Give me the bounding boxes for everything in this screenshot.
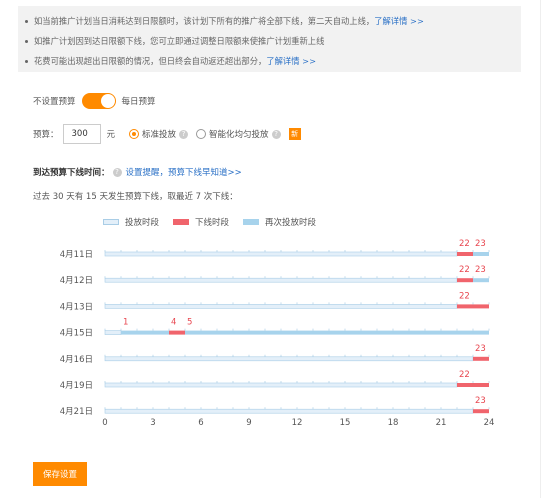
timeline-segment-offline [169, 330, 185, 335]
timeline-segment-active [104, 251, 458, 257]
offline-hour-label: 22 [459, 370, 470, 380]
offline-hour-label: 22 [459, 291, 470, 301]
offline-summary-row: 过去 30 天有 15 天发生预算下线，取最近 7 次下线： [33, 189, 238, 203]
legend-label: 投放时段 [125, 218, 160, 228]
timeline-segment-offline [457, 278, 473, 283]
timeline-segment-resumed [121, 330, 169, 335]
budget-unit: 元 [106, 130, 116, 140]
offline-hour-label: 23 [475, 396, 486, 406]
row-date-label: 4月21日 [60, 407, 93, 417]
standard-delivery-radio[interactable] [129, 129, 140, 139]
notice-item: 如推广计划因到达日限额下线，您可立即通过调整日限额来使推广计划重新上线 [24, 31, 521, 51]
timeline-segment-active [104, 304, 458, 309]
timeline-segment-active [104, 330, 122, 335]
row-date-label: 4月13日 [60, 302, 93, 312]
timeline-segment-active [104, 408, 474, 414]
legend-swatch-resumed [243, 219, 260, 225]
notice-item: 如当前推广计划当日消耗达到日限额时，该计划下所有的推广将全部下线，第二天自动上线… [24, 11, 521, 31]
timeline-segment-offline [457, 383, 489, 387]
row-date-label: 4月15日 [60, 329, 93, 339]
x-tick-label: 18 [388, 418, 399, 428]
save-settings-button[interactable]: 保存设置 [33, 462, 87, 486]
offline-hour-label: 5 [187, 318, 192, 328]
notice-text: 如当前推广计划当日消耗达到日限额时，该计划下所有的推广将全部下线，第二天自动上线… [34, 16, 375, 26]
budget-toggle[interactable] [81, 93, 116, 109]
legend-swatch-active [103, 219, 119, 225]
offline-title-row: 到达预算下线时间： ? 设置提醒，预算下线早知道>> [33, 165, 242, 179]
legend-swatch-offline [173, 219, 190, 225]
budget-input[interactable] [62, 124, 101, 144]
timeline-segment-active [104, 277, 458, 283]
x-tick-label: 9 [246, 418, 251, 428]
x-tick-label: 24 [484, 418, 495, 428]
timeline-segment-resumed [185, 330, 489, 335]
new-badge: 新 [288, 128, 301, 140]
offline-hour-label: 23 [475, 239, 486, 249]
timeline-segment-offline [457, 304, 489, 309]
x-tick-label: 21 [436, 418, 447, 428]
smart-delivery-label[interactable]: 智能化均匀投放 [209, 128, 269, 140]
x-tick-label: 12 [292, 418, 303, 428]
timeline-segment-active [104, 382, 458, 388]
offline-hour-label: 1 [123, 318, 128, 328]
x-tick-label: 0 [102, 418, 107, 428]
offline-hour-label: 4 [171, 318, 176, 328]
notice-box: 如当前推广计划当日消耗达到日限额时，该计划下所有的推广将全部下线，第二天自动上线… [18, 6, 521, 72]
timeline-segment-offline [457, 252, 473, 256]
daily-budget-label: 每日预算 [121, 97, 156, 107]
standard-delivery-label[interactable]: 标准投放 [142, 128, 176, 140]
budget-label: 预算： [33, 130, 59, 140]
scroll-edge [540, 0, 549, 498]
legend-label: 再次投放时段 [265, 218, 317, 228]
offline-hour-label: 23 [475, 344, 486, 354]
timeline-segment-resumed [473, 252, 489, 256]
offline-timeline-chart: 4月11日 22 23 4月12日 22 23 4月13日 22 4月15日 1 4 5 4月16日 23… [60, 239, 495, 428]
notice-text: 花费可能出现超出日限额的情况，但日终会自动返还超出部分， [34, 56, 267, 66]
smart-delivery-radio[interactable] [196, 129, 207, 139]
notice-item: 花费可能出现超出日限额的情况，但日终会自动返还超出部分，了解详情 >> [24, 51, 521, 71]
chart-legend: 投放时段 下线时段 再次投放时段 [103, 215, 316, 229]
timeline-segment-active [104, 356, 474, 362]
x-tick-label: 15 [340, 418, 351, 428]
notice-list: 如当前推广计划当日消耗达到日限额时，该计划下所有的推广将全部下线，第二天自动上线… [18, 6, 521, 71]
budget-mode-row: 不设置预算 每日预算 [33, 92, 156, 110]
no-budget-label: 不设置预算 [33, 97, 76, 107]
timeline-segment-offline [473, 356, 489, 361]
offline-summary: 过去 30 天有 15 天发生预算下线，取最近 7 次下线： [33, 192, 238, 202]
help-icon[interactable]: ? [112, 167, 122, 177]
offline-hour-label: 23 [475, 265, 486, 275]
offline-hour-label: 22 [459, 265, 470, 275]
x-tick-label: 3 [150, 418, 155, 428]
row-date-label: 4月16日 [60, 355, 93, 365]
row-date-label: 4月19日 [60, 381, 93, 391]
help-icon[interactable]: ? [179, 129, 189, 139]
learn-more-link[interactable]: 了解详情 >> [266, 56, 316, 66]
timeline-segment-resumed [473, 278, 489, 283]
x-tick-label: 6 [198, 418, 203, 428]
offline-hour-label: 22 [459, 239, 470, 249]
help-icon[interactable]: ? [271, 129, 281, 139]
offline-section-title: 到达预算下线时间： [33, 168, 110, 178]
notice-text: 如推广计划因到达日限额下线，您可立即通过调整日限额来使推广计划重新上线 [34, 36, 325, 46]
row-date-label: 4月11日 [60, 250, 93, 260]
row-date-label: 4月12日 [60, 276, 93, 286]
budget-row: 预算： 元 标准投放 ? 智能化均匀投放 ? 新 [33, 124, 301, 144]
set-reminder-link[interactable]: 设置提醒，预算下线早知道>> [126, 166, 242, 178]
learn-more-link[interactable]: 了解详情 >> [374, 16, 424, 26]
timeline-segment-offline [473, 409, 489, 414]
toggle-knob [100, 94, 115, 108]
legend-label: 下线时段 [195, 218, 230, 228]
